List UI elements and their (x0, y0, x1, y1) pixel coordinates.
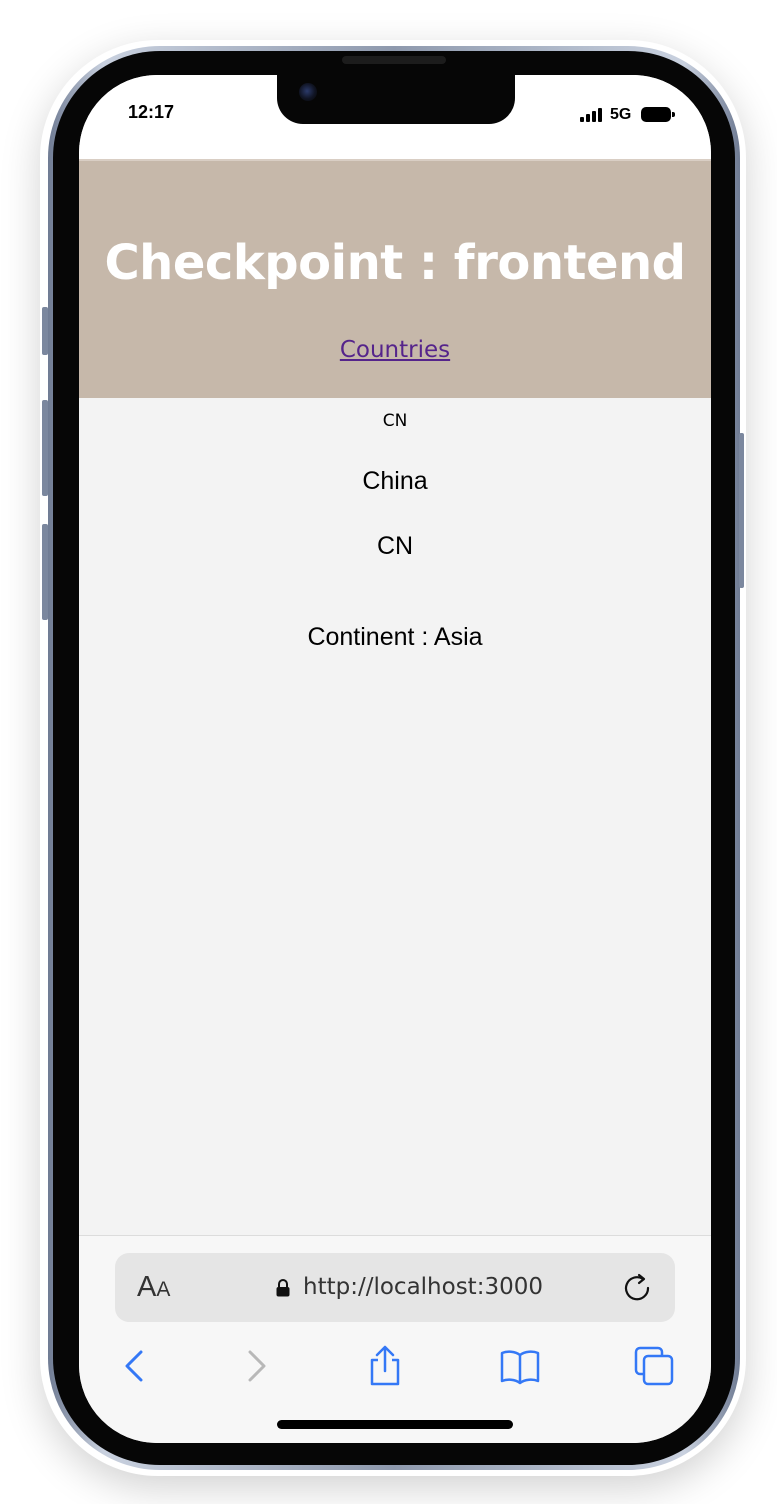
reload-icon[interactable] (620, 1270, 654, 1304)
power-button (739, 433, 744, 588)
volume-down-button (42, 524, 48, 620)
status-time: 12:17 (128, 102, 175, 122)
text-size-button[interactable]: AA (137, 1271, 170, 1304)
share-icon[interactable] (363, 1344, 407, 1388)
lock-icon (276, 1279, 290, 1297)
text-size-large-a: A (137, 1271, 157, 1303)
countries-link[interactable]: Countries (79, 337, 711, 363)
text-size-small-a: A (156, 1278, 171, 1301)
address-bar[interactable]: AA http://localhost:3000 (115, 1253, 675, 1322)
web-page: Checkpoint : frontend Countries CN China… (79, 159, 711, 651)
safari-browser-bar: AA http://localhost:3000 (79, 1235, 711, 1443)
page-title: Checkpoint : frontend (104, 235, 686, 291)
home-indicator (277, 1420, 513, 1429)
phone-screen: 12:17 5G Checkpoint : frontend Countries… (79, 75, 711, 1443)
country-continent: Continent : Asia (307, 623, 483, 651)
tabs-icon[interactable] (632, 1344, 676, 1388)
notch (277, 75, 515, 124)
silent-switch (42, 307, 48, 355)
back-icon[interactable] (113, 1344, 157, 1388)
site-header: Checkpoint : frontend Countries (79, 159, 711, 398)
forward-icon[interactable] (234, 1344, 278, 1388)
country-name: China (362, 467, 428, 495)
volume-up-button (42, 400, 48, 496)
earpiece-speaker (342, 56, 446, 64)
signal-icon (580, 108, 604, 122)
country-flag: CN (382, 411, 408, 431)
url-text[interactable]: http://localhost:3000 (303, 1274, 543, 1300)
battery-icon (641, 107, 675, 122)
country-code: CN (376, 532, 414, 560)
bookmarks-icon[interactable] (498, 1344, 542, 1388)
front-camera (299, 83, 317, 101)
network-type: 5G (610, 106, 632, 123)
